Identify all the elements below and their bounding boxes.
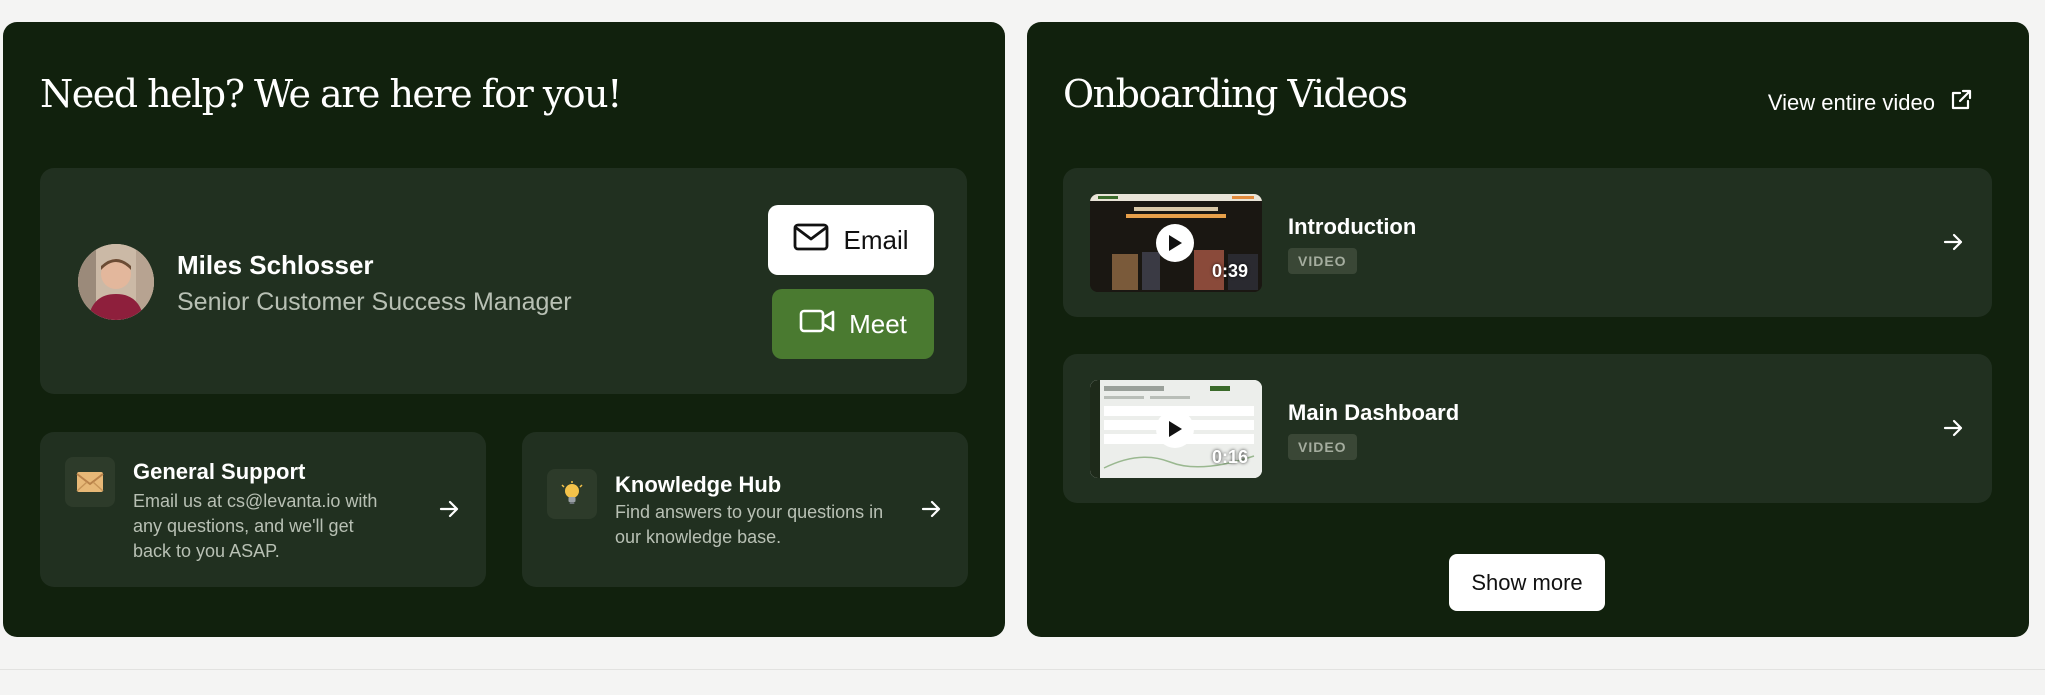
general-support-card[interactable]: General Support Email us at cs@levanta.i…	[40, 432, 486, 587]
meet-button[interactable]: Meet	[772, 289, 934, 359]
contact-name: Miles Schlosser	[177, 250, 374, 280]
video-item-main-dashboard[interactable]: 0:16 Main Dashboard VIDEO	[1063, 354, 1992, 503]
view-entire-video-label: View entire video	[1767, 90, 1935, 115]
arrow-right-icon	[1942, 417, 1964, 439]
view-entire-video-link[interactable]: View entire video	[1768, 88, 1973, 118]
onboarding-videos-title: Onboarding Videos	[1063, 72, 1408, 116]
contact-card: Miles Schlosser Senior Customer Success …	[40, 168, 967, 394]
video-thumbnail[interactable]: 0:39	[1090, 194, 1262, 292]
help-panel: Need help? We are here for you! Miles Sc…	[3, 22, 1005, 637]
external-link-icon	[1949, 88, 1973, 118]
email-button-label: Email	[843, 224, 909, 255]
video-duration: 0:39	[1211, 261, 1248, 281]
avatar	[78, 244, 154, 320]
general-support-description: Email us at cs@levanta.io with any quest…	[133, 491, 378, 561]
play-icon	[1156, 410, 1194, 448]
knowledge-hub-description: Find answers to your questions in our kn…	[615, 502, 884, 547]
video-badge: VIDEO	[1288, 248, 1357, 274]
contact-role: Senior Customer Success Manager	[177, 288, 572, 316]
email-button[interactable]: Email	[768, 205, 934, 275]
arrow-right-icon	[438, 498, 460, 520]
divider	[0, 669, 2045, 670]
video-badge: VIDEO	[1288, 434, 1357, 460]
arrow-right-icon	[920, 498, 942, 520]
video-title: Main Dashboard	[1288, 400, 1460, 425]
general-support-title: General Support	[133, 459, 306, 484]
video-duration: 0:16	[1211, 447, 1248, 467]
show-more-button[interactable]: Show more	[1449, 554, 1605, 611]
video-item-introduction[interactable]: 0:39 Introduction VIDEO	[1063, 168, 1992, 317]
knowledge-hub-title: Knowledge Hub	[615, 472, 782, 497]
lightbulb-icon	[547, 469, 597, 519]
envelope-icon	[793, 223, 829, 258]
video-title: Introduction	[1288, 214, 1417, 239]
envelope-icon	[65, 457, 115, 507]
meet-button-label: Meet	[849, 308, 907, 339]
video-thumbnail[interactable]: 0:16	[1090, 380, 1262, 478]
help-panel-title: Need help? We are here for you!	[40, 72, 622, 116]
knowledge-hub-card[interactable]: Knowledge Hub Find answers to your quest…	[522, 432, 968, 587]
onboarding-videos-panel: Onboarding Videos View entire video 0:39…	[1027, 22, 2029, 637]
arrow-right-icon	[1942, 231, 1964, 253]
video-camera-icon	[799, 308, 835, 341]
play-icon	[1156, 224, 1194, 262]
